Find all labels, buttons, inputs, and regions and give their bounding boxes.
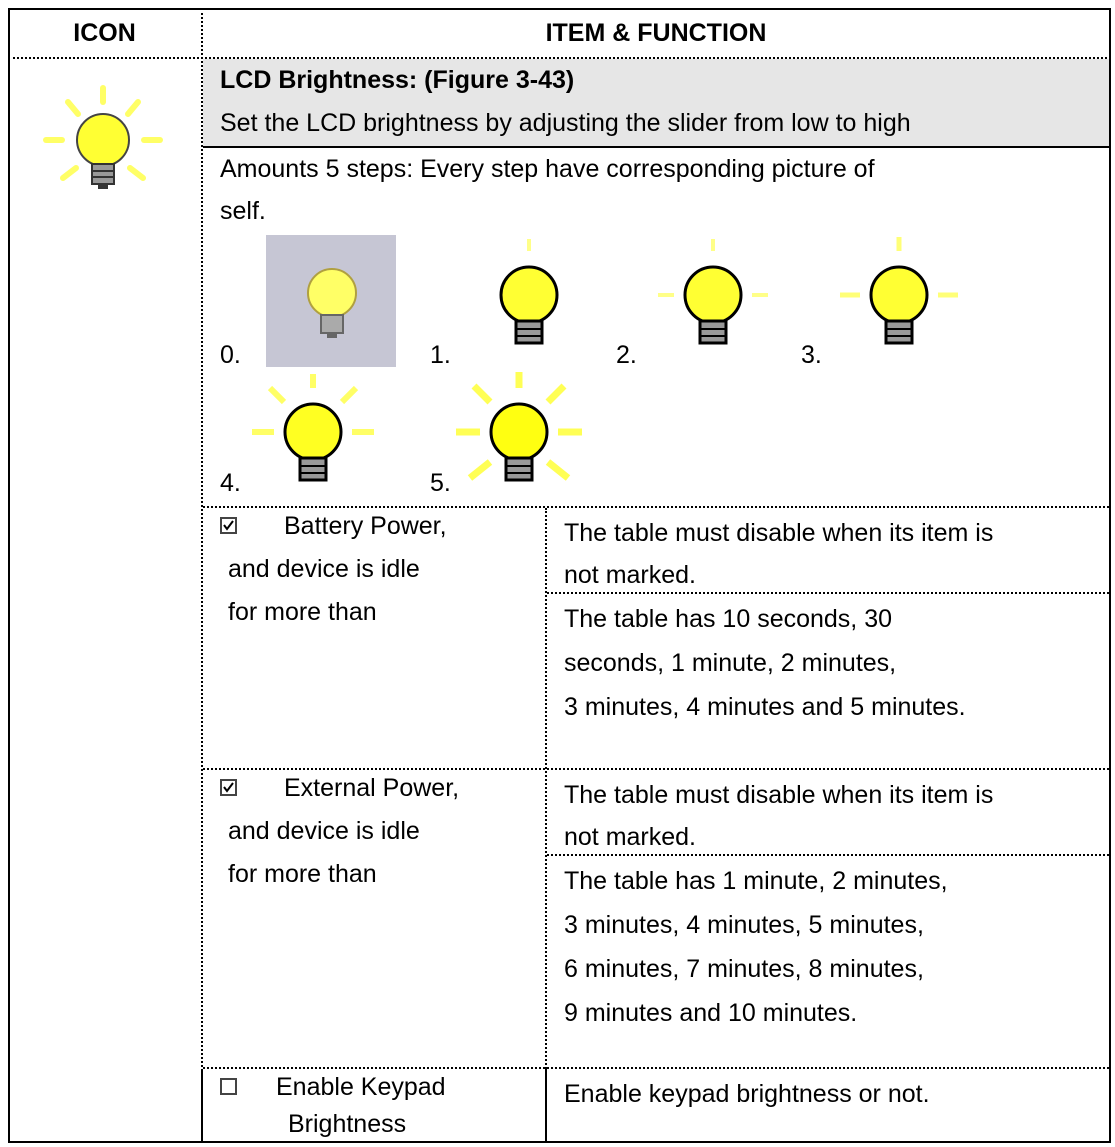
battery-note-line2: not marked. <box>564 561 697 589</box>
battery-options-line3: 3 minutes, 4 minutes and 5 minutes. <box>564 693 966 721</box>
battery-power-checkbox[interactable] <box>220 517 237 534</box>
external-options-line4: 9 minutes and 10 minutes. <box>564 999 858 1027</box>
brightness-step-5-icon <box>456 372 582 482</box>
step-label-3: 3. <box>801 341 822 369</box>
battery-label-line2: and device is idle <box>228 555 420 583</box>
external-label-line1: External Power, <box>284 774 460 802</box>
brightness-step-2-icon <box>658 239 768 345</box>
external-options-line2: 3 minutes, 4 minutes, 5 minutes, <box>564 911 924 939</box>
step-label-4: 4. <box>220 469 241 497</box>
lcd-title: LCD Brightness: (Figure 3-43) <box>220 66 575 94</box>
external-note-line1: The table must disable when its item is <box>564 781 994 809</box>
keypad-label-line1: Enable Keypad <box>276 1073 446 1101</box>
brightness-step-3-icon <box>840 237 958 345</box>
item-column-header: ITEM & FUNCTION <box>545 19 767 47</box>
external-label-line2: and device is idle <box>228 817 420 845</box>
battery-options-line2: seconds, 1 minute, 2 minutes, <box>564 649 897 677</box>
external-note-line2: not marked. <box>564 823 697 851</box>
step-label-5: 5. <box>430 469 451 497</box>
lightbulb-icon <box>43 85 163 189</box>
battery-options-line1: The table has 10 seconds, 30 <box>564 605 893 633</box>
keypad-label-line2: Brightness <box>288 1110 407 1138</box>
brightness-step-1-icon <box>499 239 559 345</box>
battery-label-line3: for more than <box>228 598 377 626</box>
keypad-description: Enable keypad brightness or not. <box>564 1080 930 1108</box>
steps-text-line2: self. <box>220 197 266 225</box>
step-label-0: 0. <box>220 341 241 369</box>
brightness-step-0-icon <box>266 235 396 367</box>
keypad-brightness-checkbox[interactable] <box>220 1078 237 1095</box>
lcd-description: Set the LCD brightness by adjusting the … <box>220 109 911 137</box>
battery-label-line1: Battery Power, <box>284 512 447 540</box>
brightness-step-4-icon <box>252 374 374 482</box>
step-label-2: 2. <box>616 341 637 369</box>
step-label-1: 1. <box>430 341 451 369</box>
steps-text-line1: Amounts 5 steps: Every step have corresp… <box>220 155 875 183</box>
external-power-checkbox[interactable] <box>220 779 237 796</box>
battery-note-line1: The table must disable when its item is <box>564 519 994 547</box>
brightness-table: ICON ITEM & FUNCTION LCD Brightness: (Fi… <box>8 8 1111 1143</box>
external-options-line3: 6 minutes, 7 minutes, 8 minutes, <box>564 955 924 983</box>
external-options-line1: The table has 1 minute, 2 minutes, <box>564 867 948 895</box>
external-label-line3: for more than <box>228 860 377 888</box>
icon-column-header: ICON <box>73 19 136 47</box>
